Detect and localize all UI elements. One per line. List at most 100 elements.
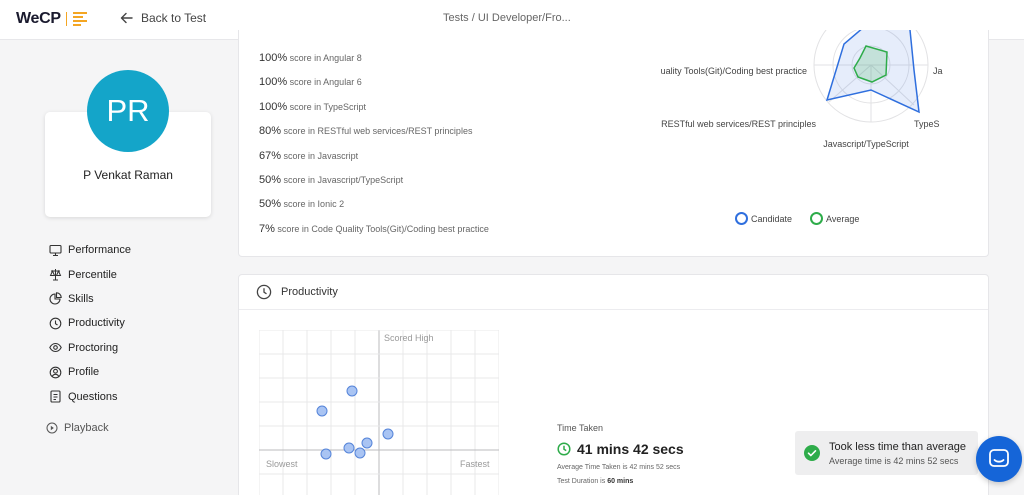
chat-launcher-button[interactable] xyxy=(976,436,1022,482)
clock-icon xyxy=(557,442,571,456)
badge-text: Took less time than average Average time… xyxy=(829,441,966,466)
radar-label: uality Tools(Git)/Coding best practice xyxy=(661,66,807,76)
monitor-icon xyxy=(49,244,62,256)
chat-icon xyxy=(989,449,1009,467)
scatter-grid xyxy=(259,330,499,495)
wecp-logo[interactable]: WeCP xyxy=(16,10,87,28)
average-time-value: 42 mins 52 secs xyxy=(629,464,681,471)
average-time-text: Average Time Taken is 42 mins 52 secs xyxy=(557,464,684,471)
legend-item-average[interactable]: Average xyxy=(810,212,859,225)
sidebar-item-label: Percentile xyxy=(68,268,117,281)
logo-separator xyxy=(65,12,67,26)
sidebar-item-questions[interactable]: Questions xyxy=(49,384,131,408)
scatter-label-slowest: Slowest xyxy=(266,459,298,469)
skill-text: score in Javascript xyxy=(283,150,359,161)
clock-icon xyxy=(256,284,272,300)
sidebar-item-proctoring[interactable]: Proctoring xyxy=(49,336,131,360)
skills-card: 100% score in Angular 8 100% score in An… xyxy=(238,30,989,257)
productivity-header: Productivity xyxy=(239,275,988,310)
pie-chart-icon xyxy=(49,292,62,305)
scatter-point[interactable] xyxy=(320,448,332,460)
check-circle-icon xyxy=(804,445,820,461)
user-circle-icon xyxy=(49,366,62,378)
test-duration-value: 60 mins xyxy=(607,478,634,485)
sidebar-item-profile[interactable]: Profile xyxy=(49,360,131,384)
badge-subtitle: Average time is 42 mins 52 secs xyxy=(829,455,959,466)
skill-row: 100% score in Angular 8 xyxy=(259,52,489,76)
radar-label: TypeS xyxy=(914,119,940,129)
skill-row: 7% score in Code Quality Tools(Git)/Codi… xyxy=(259,223,489,247)
skill-row: 100% score in Angular 6 xyxy=(259,76,489,100)
skill-percent: 67% xyxy=(259,149,282,162)
candidate-swatch xyxy=(735,212,748,225)
sidebar-item-label: Skills xyxy=(68,292,94,305)
back-label: Back to Test xyxy=(141,11,207,25)
back-to-test-button[interactable]: Back to Test xyxy=(120,11,206,25)
time-comparison-badge: Took less time than average Average time… xyxy=(795,431,978,475)
playback-link[interactable]: Playback xyxy=(46,422,109,434)
legend-label: Candidate xyxy=(751,213,793,224)
sidebar-item-performance[interactable]: Performance xyxy=(49,238,131,262)
document-icon xyxy=(50,390,61,403)
skill-row: 67% score in Javascript xyxy=(259,150,489,174)
skill-text: score in Javascript/TypeScript xyxy=(283,174,404,185)
skill-text: score in RESTful web services/REST princ… xyxy=(283,126,473,137)
scale-icon xyxy=(49,269,62,281)
breadcrumb: Tests / UI Developer/Fro... xyxy=(443,12,571,24)
skill-percent: 100% xyxy=(259,76,288,89)
scatter-point[interactable] xyxy=(354,447,366,459)
skill-percent: 50% xyxy=(259,173,282,186)
skills-radar-chart: uality Tools(Git)/Coding best practice J… xyxy=(661,30,943,149)
legend-item-candidate[interactable]: Candidate xyxy=(735,212,792,225)
sidebar-item-label: Profile xyxy=(68,366,100,379)
skill-percent: 100% xyxy=(259,100,288,113)
skill-percent: 80% xyxy=(259,125,282,138)
skill-text: score in Ionic 2 xyxy=(283,199,345,210)
skill-row: 80% score in RESTful web services/REST p… xyxy=(259,125,489,149)
skill-row: 50% score in Ionic 2 xyxy=(259,198,489,222)
sidebar-item-productivity[interactable]: Productivity xyxy=(49,311,131,335)
candidate-name: P Venkat Raman xyxy=(83,168,173,182)
skill-percent: 100% xyxy=(259,52,288,64)
average-time-prefix: Average Time Taken is xyxy=(557,464,630,471)
logo-text: WeCP xyxy=(16,10,61,27)
sidebar-item-label: Performance xyxy=(68,244,131,257)
scatter-point[interactable] xyxy=(343,442,355,454)
skill-percent: 50% xyxy=(259,198,282,211)
test-duration-text: Test Duration is 60 mins xyxy=(557,478,684,485)
sidebar-item-percentile[interactable]: Percentile xyxy=(49,262,131,286)
skill-score-list: 100% score in Angular 8 100% score in An… xyxy=(259,52,489,247)
sidebar-item-label: Productivity xyxy=(68,317,125,330)
productivity-scatter-plot: Scored High Slowest Fastest xyxy=(259,330,499,495)
sidebar-item-label: Questions xyxy=(68,390,118,403)
radar-legend: Candidate Average xyxy=(735,212,859,225)
skill-text: score in Code Quality Tools(Git)/Coding … xyxy=(277,223,489,234)
radar-label: Javascript/TypeScript xyxy=(823,139,909,149)
scatter-label-fastest: Fastest xyxy=(460,459,490,469)
scatter-point[interactable] xyxy=(382,428,394,440)
skill-text: score in Angular 6 xyxy=(289,77,362,88)
skill-text: score in TypeScript xyxy=(289,101,367,112)
eye-icon xyxy=(49,343,62,353)
average-swatch xyxy=(810,212,824,225)
time-taken-value-row: 41 mins 42 secs xyxy=(557,441,684,457)
scatter-point[interactable] xyxy=(346,385,358,397)
play-circle-icon xyxy=(46,422,58,434)
logo-lines-icon xyxy=(72,12,87,26)
scatter-point[interactable] xyxy=(361,437,373,449)
test-duration-prefix: Test Duration is xyxy=(557,478,608,485)
scatter-point[interactable] xyxy=(316,405,328,417)
badge-title: Took less time than average xyxy=(829,440,966,453)
productivity-card: Productivity Scored High Slowest Fastest… xyxy=(238,274,989,495)
clock-icon xyxy=(49,317,62,330)
skill-text: score in Angular 8 xyxy=(289,53,362,63)
sidebar-item-label: Proctoring xyxy=(68,341,119,354)
sidebar-item-skills[interactable]: Skills xyxy=(49,287,131,311)
scatter-label-high: Scored High xyxy=(384,333,434,343)
playback-label: Playback xyxy=(64,422,109,434)
time-taken-label: Time Taken xyxy=(557,423,604,433)
skill-row: 100% score in TypeScript xyxy=(259,101,489,125)
legend-label: Average xyxy=(826,213,860,224)
skill-row: 50% score in Javascript/TypeScript xyxy=(259,174,489,198)
radar-label: Ja xyxy=(933,66,943,76)
